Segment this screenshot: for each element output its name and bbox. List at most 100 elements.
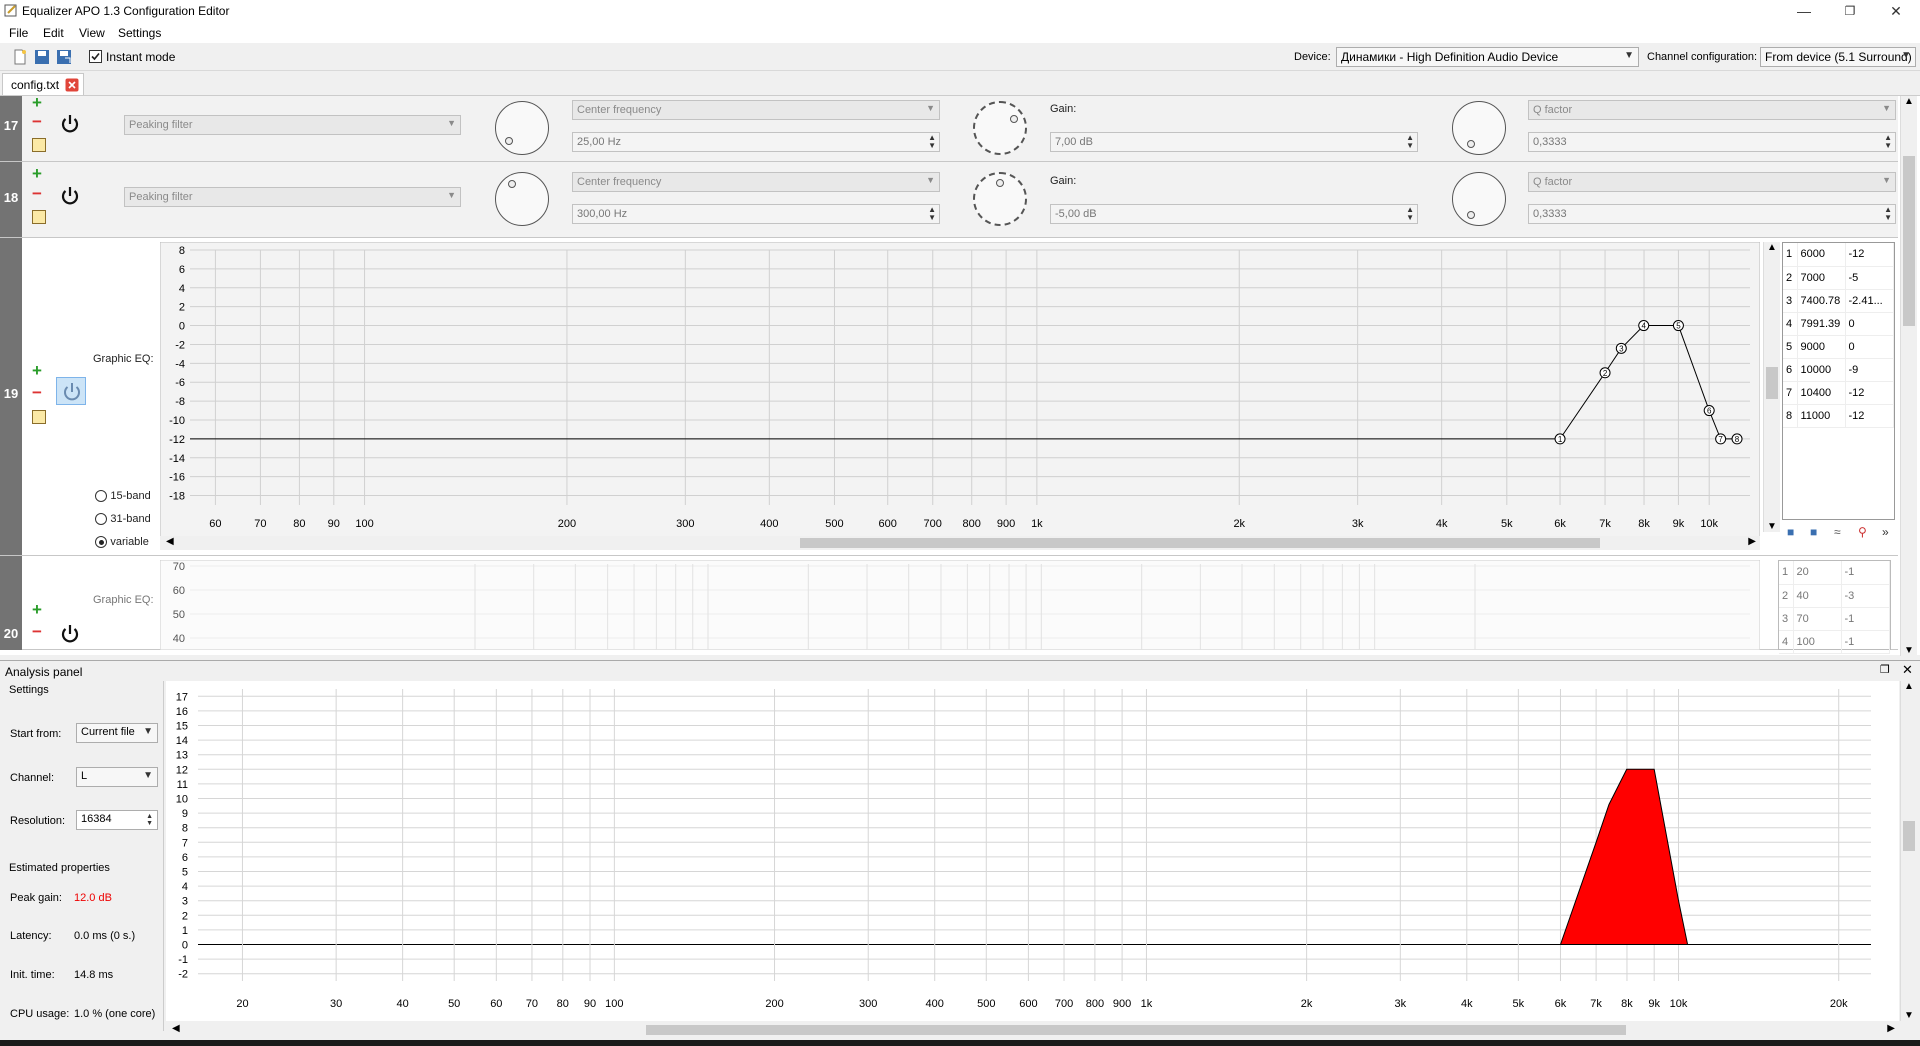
remove-filter-icon[interactable]: − (32, 184, 42, 204)
table-row[interactable]: 7 10400 -12 (1783, 381, 1894, 405)
analysis-vertical-scrollbar[interactable]: ▲ ▼ (1900, 681, 1917, 1021)
add-filter-icon[interactable]: + (32, 93, 42, 113)
q-mode-select[interactable]: Q factor ▼ (1528, 100, 1896, 120)
bottom-border (0, 1040, 1920, 1046)
x-tick-label: 20 (236, 998, 248, 1010)
horizontal-scrollbar[interactable]: ◀ ▶ (160, 536, 1760, 550)
import-icon[interactable]: ■ (1810, 525, 1817, 539)
gain-label: Gain: (1050, 175, 1077, 187)
band-option-31[interactable]: 31-band (95, 511, 151, 525)
analysis-chart[interactable]: 17161514131211109876543210-1-2 20 30 40 50 6… (166, 681, 1899, 1021)
gain-dial[interactable] (973, 172, 1027, 226)
band-option-15[interactable]: 15-band (95, 488, 151, 502)
table-row[interactable]: 1 6000 -12 (1783, 243, 1894, 267)
close-tab-icon[interactable] (65, 78, 79, 92)
edit-icon[interactable] (32, 210, 46, 224)
power-icon[interactable] (59, 623, 81, 645)
menu-edit[interactable]: Edit (43, 26, 64, 40)
q-dial[interactable] (1452, 101, 1506, 155)
restore-button[interactable]: ❐ (1827, 0, 1873, 22)
latency-value: 0.0 ms (0 s.) (74, 930, 136, 942)
frequency-dial[interactable] (495, 101, 549, 155)
gain-dial[interactable] (973, 101, 1027, 155)
save-icon[interactable]: ■ (1787, 525, 1794, 539)
gain-input[interactable]: 7,00 dB ▲ ▼ (1050, 132, 1418, 152)
menu-settings[interactable]: Settings (118, 26, 161, 40)
table-row[interactable]: 3 7400.78 -2.41... (1783, 289, 1894, 313)
vertical-scrollbar[interactable]: ▲ ▼ (1763, 242, 1780, 532)
band-option-variable[interactable]: variable (95, 534, 149, 548)
graphic-eq-chart-20[interactable]: 70 60 50 40 (160, 560, 1760, 650)
init-time-value: 14.8 ms (74, 969, 114, 981)
q-dial[interactable] (1452, 172, 1506, 226)
tab-config-txt[interactable]: config.txt (2, 73, 84, 95)
menu-view[interactable]: View (79, 26, 105, 40)
x-tick-label: 8k (1638, 518, 1650, 530)
table-row[interactable]: 4 100 -1 (1779, 630, 1890, 654)
table-row[interactable]: 2 7000 -5 (1783, 266, 1894, 290)
edit-icon[interactable] (32, 138, 46, 152)
close-icon[interactable]: ✕ (1902, 662, 1913, 678)
table-row[interactable]: 3 70 -1 (1779, 607, 1890, 631)
new-file-icon[interactable] (12, 49, 28, 65)
frequency-input[interactable]: 300,00 Hz ▲ ▼ (572, 204, 940, 224)
power-icon[interactable] (59, 113, 81, 135)
device-select[interactable]: Динамики - High Definition Audio Device ▼ (1336, 47, 1639, 67)
table-row[interactable]: 5 9000 0 (1783, 335, 1894, 359)
table-cell: 6 (1783, 358, 1798, 382)
x-tick-label: 700 (924, 518, 942, 530)
q-input[interactable]: 0,3333 ▲ ▼ (1528, 204, 1896, 224)
x-tick-label: 100 (355, 518, 373, 530)
table-cell: -5 (1845, 266, 1894, 290)
table-row[interactable]: 1 20 -1 (1779, 561, 1890, 585)
more-icon[interactable]: » (1882, 525, 1889, 539)
instant-mode-checkbox[interactable] (89, 50, 102, 63)
gain-input[interactable]: -5,00 dB ▲ ▼ (1050, 204, 1418, 224)
filter-type-select[interactable]: Peaking filter ▼ (124, 187, 461, 207)
add-filter-icon[interactable]: + (32, 361, 42, 381)
checkmark-icon (91, 52, 100, 61)
points-table[interactable]: 1 20 -1 2 40 -3 3 70 -1 4 100 -1 (1778, 560, 1891, 654)
minimize-button[interactable]: — (1781, 0, 1827, 22)
table-row[interactable]: 4 7991.39 0 (1783, 312, 1894, 336)
normalize-icon[interactable]: ≈ (1834, 525, 1841, 539)
resolution-input[interactable]: 16384 ▲ ▼ (76, 810, 158, 830)
close-button[interactable]: ✕ (1873, 0, 1919, 22)
table-row[interactable]: 2 40 -3 (1779, 584, 1890, 608)
channel-select[interactable]: L ▼ (76, 767, 158, 787)
table-cell: 2 (1783, 266, 1798, 290)
channel-config-value: From device (5.1 Surround) (1765, 50, 1912, 64)
frequency-mode-select[interactable]: Center frequency ▼ (572, 172, 940, 192)
power-toggle-active[interactable] (56, 377, 86, 405)
add-filter-icon[interactable]: + (32, 600, 42, 620)
q-mode-select[interactable]: Q factor ▼ (1528, 172, 1896, 192)
remove-filter-icon[interactable]: − (32, 112, 42, 132)
filter-type-select[interactable]: Peaking filter ▼ (124, 115, 461, 135)
table-row[interactable]: 8 11000 -12 (1783, 404, 1894, 428)
table-row[interactable]: 6 10000 -9 (1783, 358, 1894, 382)
add-filter-icon[interactable]: + (32, 164, 42, 184)
x-tick-label: 500 (825, 518, 843, 530)
start-from-select[interactable]: Current file ▼ (76, 723, 158, 743)
save-as-icon[interactable] (56, 49, 72, 65)
edit-icon[interactable] (32, 410, 46, 424)
menu-file[interactable]: File (9, 26, 28, 40)
points-table[interactable]: 1 6000 -12 2 7000 -5 3 7400.78 -2.41... 4 7991.39 0… (1782, 242, 1895, 520)
channel-config-select[interactable]: From device (5.1 Surround) ▼ (1760, 47, 1916, 67)
x-tick-label: 600 (1019, 998, 1037, 1010)
frequency-dial[interactable] (495, 172, 549, 226)
graphic-eq-chart-19[interactable]: 8 6 4 2 0 -2 -4 -6 -8 -10 -12 -14 -16 -18 60 70 80 90 100… (160, 242, 1760, 549)
float-icon[interactable]: ❐ (1880, 663, 1890, 676)
reset-icon[interactable]: ⚲ (1858, 525, 1867, 539)
x-tick-label: 700 (1055, 998, 1073, 1010)
remove-filter-icon[interactable]: − (32, 622, 42, 642)
frequency-input[interactable]: 25,00 Hz ▲ ▼ (572, 132, 940, 152)
window-title: Equalizer APO 1.3 Configuration Editor (22, 4, 230, 18)
remove-filter-icon[interactable]: − (32, 383, 42, 403)
power-icon[interactable] (59, 185, 81, 207)
q-input[interactable]: 0,3333 ▲ ▼ (1528, 132, 1896, 152)
frequency-mode-select[interactable]: Center frequency ▼ (572, 100, 940, 120)
analysis-horizontal-scrollbar[interactable]: ◀ ▶ (166, 1023, 1899, 1037)
filter-list-scrollbar[interactable]: ▲ ▼ (1900, 96, 1917, 656)
save-icon[interactable] (34, 49, 50, 65)
